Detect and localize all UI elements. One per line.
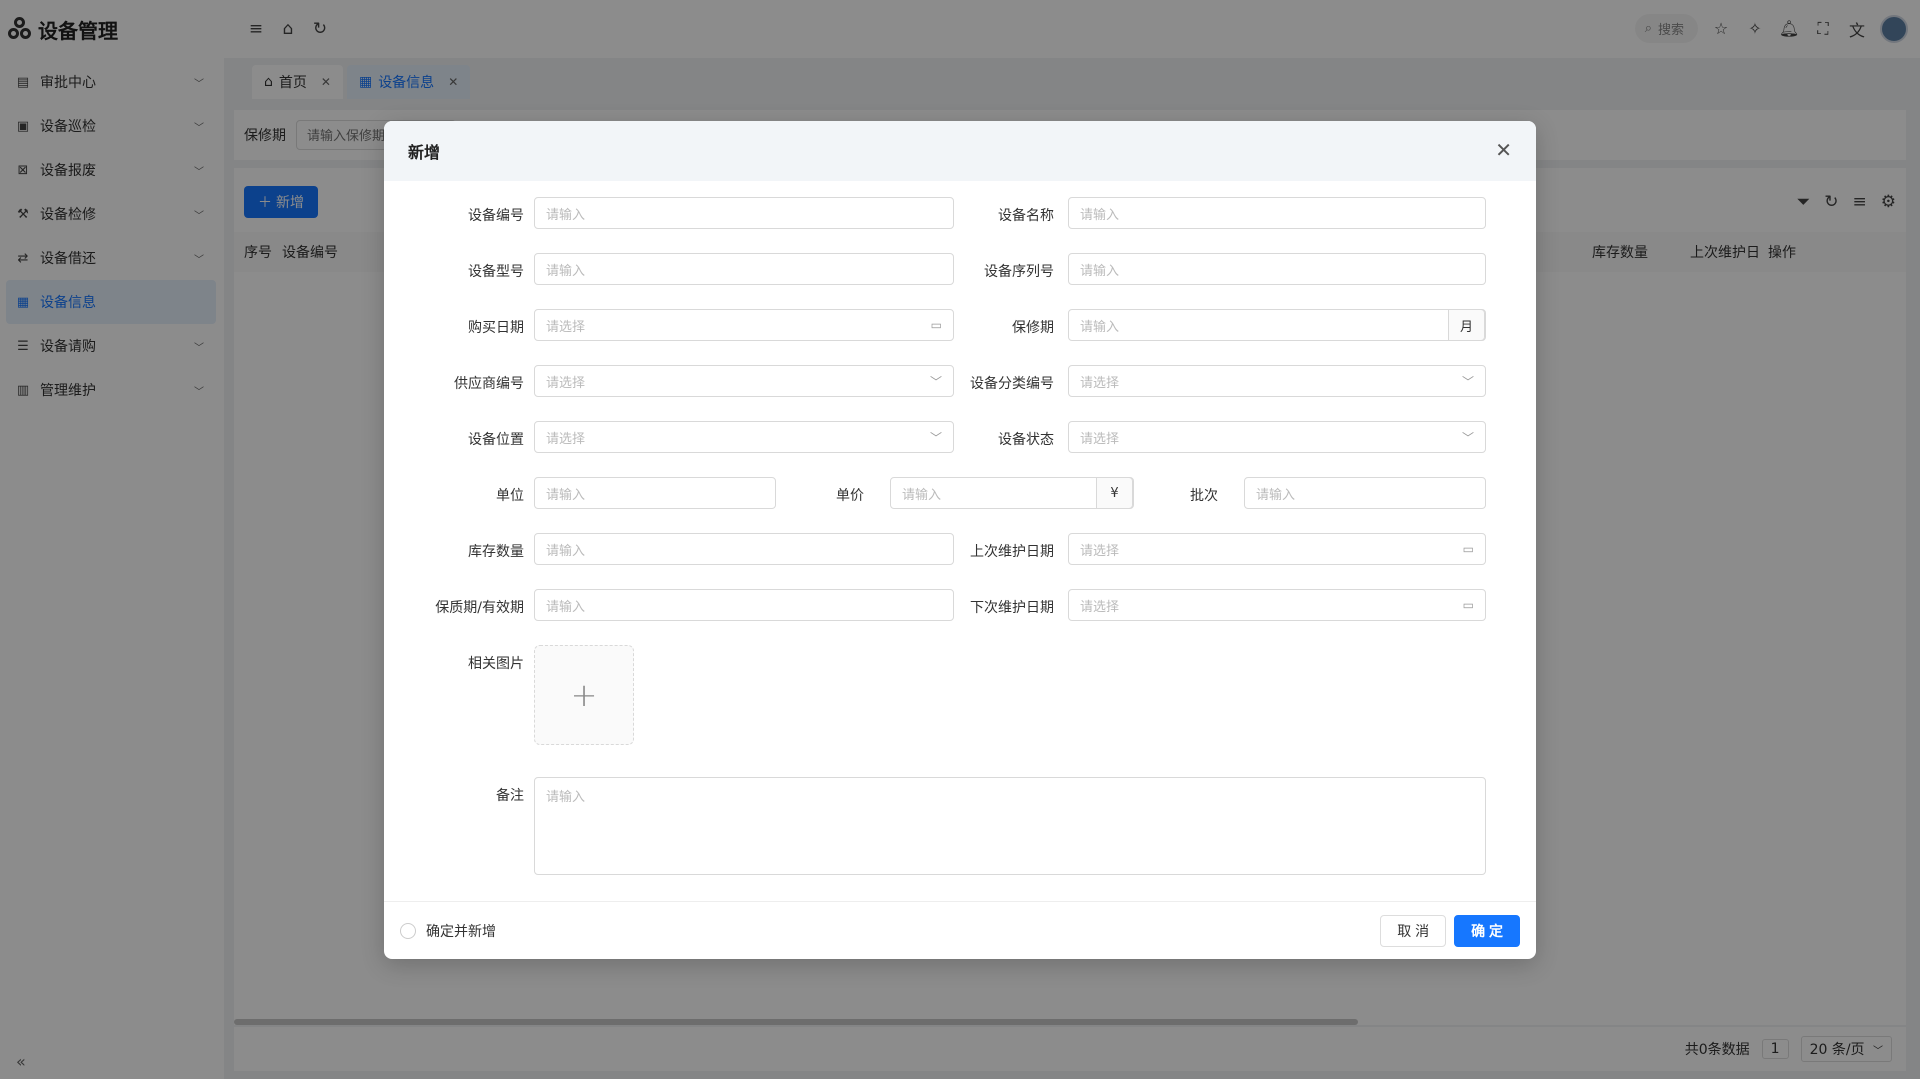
placeholder: 请输入 bbox=[546, 487, 586, 503]
status-select[interactable]: 请选择 ﹀ bbox=[1068, 421, 1486, 453]
month-suffix: 月 bbox=[1448, 309, 1485, 341]
placeholder: 请选择 bbox=[1080, 599, 1120, 615]
placeholder: 请输入 bbox=[546, 263, 586, 279]
placeholder: 请输入 bbox=[1080, 319, 1120, 335]
calendar-icon: ▭ bbox=[1462, 542, 1474, 556]
calendar-icon: ▭ bbox=[930, 318, 942, 332]
calendar-icon: ▭ bbox=[1462, 598, 1474, 612]
remark-textarea[interactable]: 请输入 bbox=[534, 777, 1486, 875]
chevron-down-icon: ﹀ bbox=[1461, 374, 1474, 389]
purchase-date-picker[interactable]: 请选择 ▭ bbox=[534, 309, 954, 341]
last-maint-picker[interactable]: 请选择 ▭ bbox=[1068, 533, 1486, 565]
placeholder: 请选择 bbox=[1080, 375, 1120, 391]
placeholder: 请输入 bbox=[902, 487, 942, 503]
status-label: 设备状态 bbox=[998, 432, 1054, 448]
placeholder: 请输入 bbox=[546, 599, 586, 615]
warranty-label: 保修期 bbox=[1012, 320, 1054, 336]
price-label: 单价 bbox=[836, 488, 864, 504]
placeholder: 请选择 bbox=[1080, 543, 1120, 559]
next-maint-picker[interactable]: 请选择 ▭ bbox=[1068, 589, 1486, 621]
placeholder: 请选择 bbox=[546, 431, 586, 447]
chevron-down-icon: ﹀ bbox=[929, 374, 942, 389]
placeholder: 请输入 bbox=[1256, 487, 1296, 503]
supplier-no-label: 供应商编号 bbox=[454, 376, 524, 392]
price-input[interactable]: 请输入 ¥ bbox=[890, 477, 1134, 509]
location-select[interactable]: 请选择 ﹀ bbox=[534, 421, 954, 453]
location-label: 设备位置 bbox=[468, 432, 524, 448]
image-upload-button[interactable]: + bbox=[534, 645, 634, 745]
modal-title: 新增 bbox=[408, 143, 441, 162]
batch-label: 批次 bbox=[1190, 488, 1218, 504]
placeholder: 请选择 bbox=[546, 319, 586, 335]
category-no-label: 设备分类编号 bbox=[970, 376, 1054, 392]
add-device-modal: 新增 ✕ 设备编号 请输入 设备名称 请输入 设备型号 请输入 设备序列号 请输… bbox=[384, 121, 1536, 959]
shelf-life-label: 保质期/有效期 bbox=[435, 600, 524, 616]
device-model-input[interactable]: 请输入 bbox=[534, 253, 954, 285]
shelf-life-input[interactable]: 请输入 bbox=[534, 589, 954, 621]
batch-input[interactable]: 请输入 bbox=[1244, 477, 1486, 509]
supplier-no-select[interactable]: 请选择 ﹀ bbox=[534, 365, 954, 397]
device-name-label: 设备名称 bbox=[998, 208, 1054, 224]
next-maint-label: 下次维护日期 bbox=[970, 600, 1054, 616]
last-maint-label: 上次维护日期 bbox=[970, 544, 1054, 560]
serial-no-label: 设备序列号 bbox=[984, 264, 1054, 280]
unit-label: 单位 bbox=[496, 488, 524, 504]
plus-icon: + bbox=[570, 676, 598, 714]
cancel-button[interactable]: 取 消 bbox=[1380, 914, 1447, 947]
purchase-date-label: 购买日期 bbox=[468, 320, 524, 336]
close-icon[interactable]: ✕ bbox=[1495, 139, 1512, 161]
stock-input[interactable]: 请输入 bbox=[534, 533, 954, 565]
confirm-and-add-checkbox[interactable]: 确定并新增 bbox=[400, 921, 496, 941]
device-model-label: 设备型号 bbox=[468, 264, 524, 280]
unit-input[interactable]: 请输入 bbox=[534, 477, 776, 509]
warranty-input[interactable]: 请输入 月 bbox=[1068, 309, 1486, 341]
device-no-label: 设备编号 bbox=[468, 208, 524, 224]
checkbox-circle[interactable] bbox=[400, 922, 416, 939]
remark-label: 备注 bbox=[496, 788, 524, 804]
placeholder: 请选择 bbox=[1080, 431, 1120, 447]
placeholder: 请输入 bbox=[546, 207, 586, 223]
modal-form: 设备编号 请输入 设备名称 请输入 设备型号 请输入 设备序列号 请输入 购买日… bbox=[384, 181, 1536, 901]
placeholder: 请输入 bbox=[546, 543, 586, 559]
checkbox-label: 确定并新增 bbox=[426, 923, 496, 940]
serial-no-input[interactable]: 请输入 bbox=[1068, 253, 1486, 285]
chevron-down-icon: ﹀ bbox=[929, 430, 942, 445]
ok-button[interactable]: 确 定 bbox=[1454, 914, 1520, 947]
placeholder: 请输入 bbox=[1080, 207, 1120, 223]
modal-header: 新增 ✕ bbox=[384, 121, 1536, 181]
modal-footer: 确定并新增 取 消 确 定 bbox=[384, 901, 1536, 959]
currency-suffix: ¥ bbox=[1096, 477, 1133, 509]
category-no-select[interactable]: 请选择 ﹀ bbox=[1068, 365, 1486, 397]
device-name-input[interactable]: 请输入 bbox=[1068, 197, 1486, 229]
chevron-down-icon: ﹀ bbox=[1461, 430, 1474, 445]
placeholder: 请输入 bbox=[546, 790, 586, 805]
placeholder: 请输入 bbox=[1080, 263, 1120, 279]
stock-label: 库存数量 bbox=[468, 544, 524, 560]
device-no-input[interactable]: 请输入 bbox=[534, 197, 954, 229]
placeholder: 请选择 bbox=[546, 375, 586, 391]
images-label: 相关图片 bbox=[468, 656, 524, 672]
